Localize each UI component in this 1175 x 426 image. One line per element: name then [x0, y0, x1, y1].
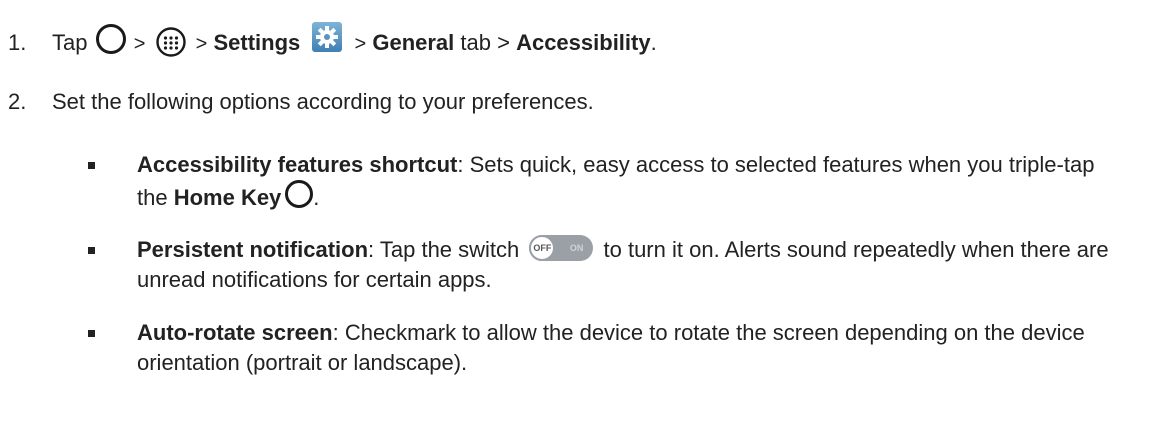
toggle-switch-icon: OFF ON: [529, 235, 594, 261]
step-2: 2. Set the following options according to…: [8, 88, 594, 116]
bullet-item: Auto-rotate screen: Checkmark to allow t…: [88, 318, 1128, 378]
step-1: 1. Tap > > Settings > General tab > Acces…: [8, 22, 657, 63]
option-title: Accessibility features shortcut: [137, 152, 458, 177]
bullet-marker: [88, 162, 95, 169]
settings-gear-icon: [312, 22, 343, 52]
bullet-marker: [88, 330, 95, 337]
step-number: 2.: [8, 89, 27, 114]
separator: >: [354, 33, 367, 55]
settings-label: Settings: [213, 30, 301, 55]
switch-off-label: OFF: [529, 235, 556, 261]
bullet-item: Accessibility features shortcut: Sets qu…: [88, 150, 1128, 213]
tab-separator: tab >: [460, 30, 510, 55]
home-key-label: Home Key: [173, 185, 282, 210]
home-circle-icon: [95, 24, 126, 54]
home-circle-icon: [285, 180, 314, 208]
period: .: [650, 30, 657, 55]
bullet-item: Persistent notification: Tap the switch …: [88, 235, 1128, 295]
period: .: [313, 185, 320, 210]
separator: >: [195, 33, 208, 55]
switch-on-label: ON: [569, 243, 584, 253]
option-title: Auto-rotate screen: [137, 320, 333, 345]
separator: >: [133, 33, 146, 55]
bullet-marker: [88, 247, 95, 254]
step-text: Set the following options according to y…: [52, 89, 594, 114]
option-description: : Tap the switch: [368, 237, 526, 262]
step-text-tap: Tap: [52, 30, 88, 55]
general-label: General: [372, 30, 455, 55]
option-title: Persistent notification: [137, 237, 369, 262]
step-number: 1.: [8, 30, 27, 55]
accessibility-label: Accessibility: [516, 30, 651, 55]
apps-grid-icon: [152, 26, 190, 63]
